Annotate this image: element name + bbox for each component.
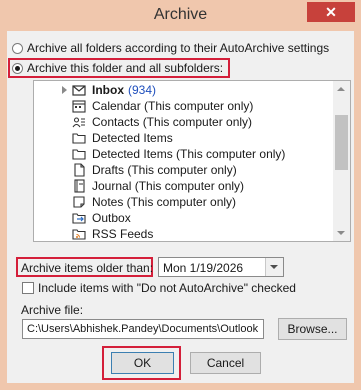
folder-item-inbox[interactable]: Inbox (934) bbox=[72, 82, 156, 98]
scrollbar-thumb[interactable] bbox=[335, 115, 348, 170]
rss-feed-icon bbox=[72, 227, 86, 241]
scroll-up-arrow-icon[interactable] bbox=[337, 87, 345, 91]
expand-arrow-icon[interactable] bbox=[62, 86, 67, 94]
radio-archive-this[interactable]: Archive this folder and all subfolders: bbox=[12, 60, 223, 76]
include-no-autoarchive-checkbox[interactable]: Include items with "Do not AutoArchive" … bbox=[22, 280, 296, 296]
draft-page-icon bbox=[72, 163, 86, 177]
folder-icon bbox=[72, 147, 86, 161]
envelope-icon bbox=[72, 83, 86, 97]
folder-icon bbox=[72, 131, 86, 145]
folder-tree[interactable]: Inbox (934) Calendar (This computer only… bbox=[33, 80, 351, 242]
folder-item-notes[interactable]: Notes (This computer only) bbox=[72, 194, 236, 210]
folder-item-outbox[interactable]: Outbox bbox=[72, 210, 131, 226]
archive-file-input[interactable]: C:\Users\Abhishek.Pandey\Documents\Outlo… bbox=[22, 319, 264, 339]
chevron-down-icon[interactable] bbox=[265, 258, 283, 276]
calendar-icon bbox=[72, 99, 86, 113]
folder-item-rss-feeds[interactable]: RSS Feeds bbox=[72, 226, 154, 241]
folder-label: Contacts (This computer only) bbox=[92, 115, 253, 129]
folder-item-detected-items-local[interactable]: Detected Items (This computer only) bbox=[72, 146, 285, 162]
folder-label: Inbox bbox=[92, 83, 124, 97]
folder-item-detected-items[interactable]: Detected Items bbox=[72, 130, 173, 146]
older-than-date-combo[interactable]: Mon 1/19/2026 bbox=[158, 257, 284, 277]
folder-label: Detected Items bbox=[92, 131, 173, 145]
include-no-autoarchive-label: Include items with "Do not AutoArchive" … bbox=[38, 281, 296, 295]
contact-card-icon bbox=[72, 115, 86, 129]
older-than-date-value[interactable]: Mon 1/19/2026 bbox=[163, 261, 243, 275]
folder-label: Drafts (This computer only) bbox=[92, 163, 237, 177]
folder-label: RSS Feeds bbox=[92, 227, 154, 241]
radio-button-checked-icon[interactable] bbox=[12, 62, 23, 74]
folder-label: Outbox bbox=[92, 211, 131, 225]
folder-item-drafts[interactable]: Drafts (This computer only) bbox=[72, 162, 237, 178]
older-than-label: Archive items older than: bbox=[21, 261, 154, 275]
checkbox-box[interactable] bbox=[22, 282, 34, 294]
folder-label: Notes (This computer only) bbox=[92, 195, 237, 209]
title-bar[interactable]: Archive ✕ bbox=[0, 0, 361, 30]
outbox-icon bbox=[72, 211, 86, 225]
archive-file-path[interactable]: C:\Users\Abhishek.Pandey\Documents\Outlo… bbox=[27, 323, 258, 335]
folder-item-journal[interactable]: Journal (This computer only) bbox=[72, 178, 244, 194]
archive-file-label: Archive file: bbox=[21, 303, 84, 317]
archive-dialog: Archive ✕ Archive all folders according … bbox=[0, 0, 361, 390]
journal-icon bbox=[72, 179, 86, 193]
folder-label: Calendar (This computer only) bbox=[92, 99, 254, 113]
radio-archive-all-label: Archive all folders according to their A… bbox=[27, 41, 330, 55]
dialog-content: Archive all folders according to their A… bbox=[7, 31, 354, 383]
radio-button-icon[interactable] bbox=[12, 42, 23, 54]
folder-label: Detected Items (This computer only) bbox=[92, 147, 286, 161]
scroll-down-arrow-icon[interactable] bbox=[337, 231, 345, 235]
folder-item-calendar[interactable]: Calendar (This computer only) bbox=[72, 98, 253, 114]
radio-archive-this-label: Archive this folder and all subfolders: bbox=[27, 61, 224, 75]
folder-tree-scrollbar[interactable] bbox=[333, 81, 350, 241]
note-icon bbox=[72, 195, 86, 209]
close-button[interactable]: ✕ bbox=[307, 2, 355, 22]
folder-item-contacts[interactable]: Contacts (This computer only) bbox=[72, 114, 252, 130]
folder-label: Journal (This computer only) bbox=[92, 179, 245, 193]
cancel-button[interactable]: Cancel bbox=[190, 352, 261, 374]
unread-count: (934) bbox=[128, 83, 157, 97]
ok-button[interactable]: OK bbox=[111, 352, 174, 374]
browse-button[interactable]: Browse... bbox=[278, 318, 347, 340]
radio-archive-all[interactable]: Archive all folders according to their A… bbox=[12, 40, 329, 56]
